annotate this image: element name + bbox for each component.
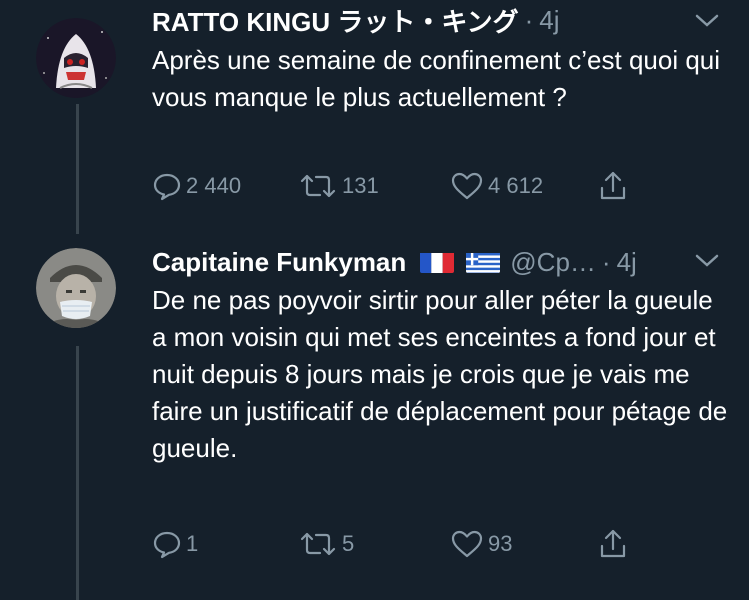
retweet-button[interactable]: 131 — [298, 168, 379, 204]
like-button[interactable]: 4 612 — [450, 168, 543, 204]
tweet-actions: 1 5 93 — [152, 526, 672, 562]
retweet-icon — [300, 532, 336, 556]
display-name[interactable]: RATTO KINGU ラット・キング — [152, 2, 519, 39]
tweet-text: De ne pas poyvoir sirtir pour aller péte… — [152, 285, 728, 463]
like-icon — [451, 530, 483, 558]
reply-icon — [153, 531, 181, 559]
like-count: 4 612 — [488, 173, 544, 198]
like-count: 93 — [488, 531, 513, 556]
france-flag-icon — [420, 251, 455, 273]
tweet-text: Après une semaine de confinement c’est q… — [152, 45, 721, 112]
retweet-count: 5 — [342, 531, 355, 556]
greece-flag-icon — [466, 251, 501, 273]
share-button[interactable] — [598, 168, 628, 204]
retweet-count: 131 — [342, 173, 379, 198]
reply-button[interactable]: 2 440 — [152, 168, 241, 204]
reply-count: 2 440 — [186, 173, 242, 198]
like-icon — [451, 172, 483, 200]
like-button[interactable]: 93 — [450, 526, 512, 562]
reply-button[interactable]: 1 — [152, 526, 198, 562]
share-icon — [600, 529, 626, 558]
share-icon — [600, 171, 626, 200]
reply-count: 1 — [186, 531, 199, 556]
separator-dot: · — [524, 4, 534, 35]
tweet-header: Capitaine Funkyman @Cp… · 4j — [152, 244, 637, 280]
thread-line — [76, 104, 79, 234]
tweet-actions: 2 440 131 4 612 — [152, 168, 672, 204]
tweet-header: RATTO KINGU ラット・キング · 4j — [152, 2, 560, 38]
avatar[interactable] — [36, 18, 116, 98]
separator-dot: · — [601, 246, 611, 277]
avatar[interactable] — [36, 248, 116, 328]
user-handle[interactable]: @Cp… — [510, 247, 596, 278]
reply-icon — [153, 173, 181, 201]
timestamp[interactable]: 4j — [539, 5, 559, 36]
retweet-button[interactable]: 5 — [298, 526, 354, 562]
display-name[interactable]: Capitaine Funkyman — [152, 247, 406, 278]
thread-line-lower — [76, 346, 79, 600]
chevron-down-icon[interactable] — [694, 12, 720, 30]
share-button[interactable] — [598, 526, 628, 562]
retweet-icon — [300, 174, 336, 198]
chevron-down-icon[interactable] — [694, 252, 720, 270]
timestamp[interactable]: 4j — [617, 247, 637, 278]
